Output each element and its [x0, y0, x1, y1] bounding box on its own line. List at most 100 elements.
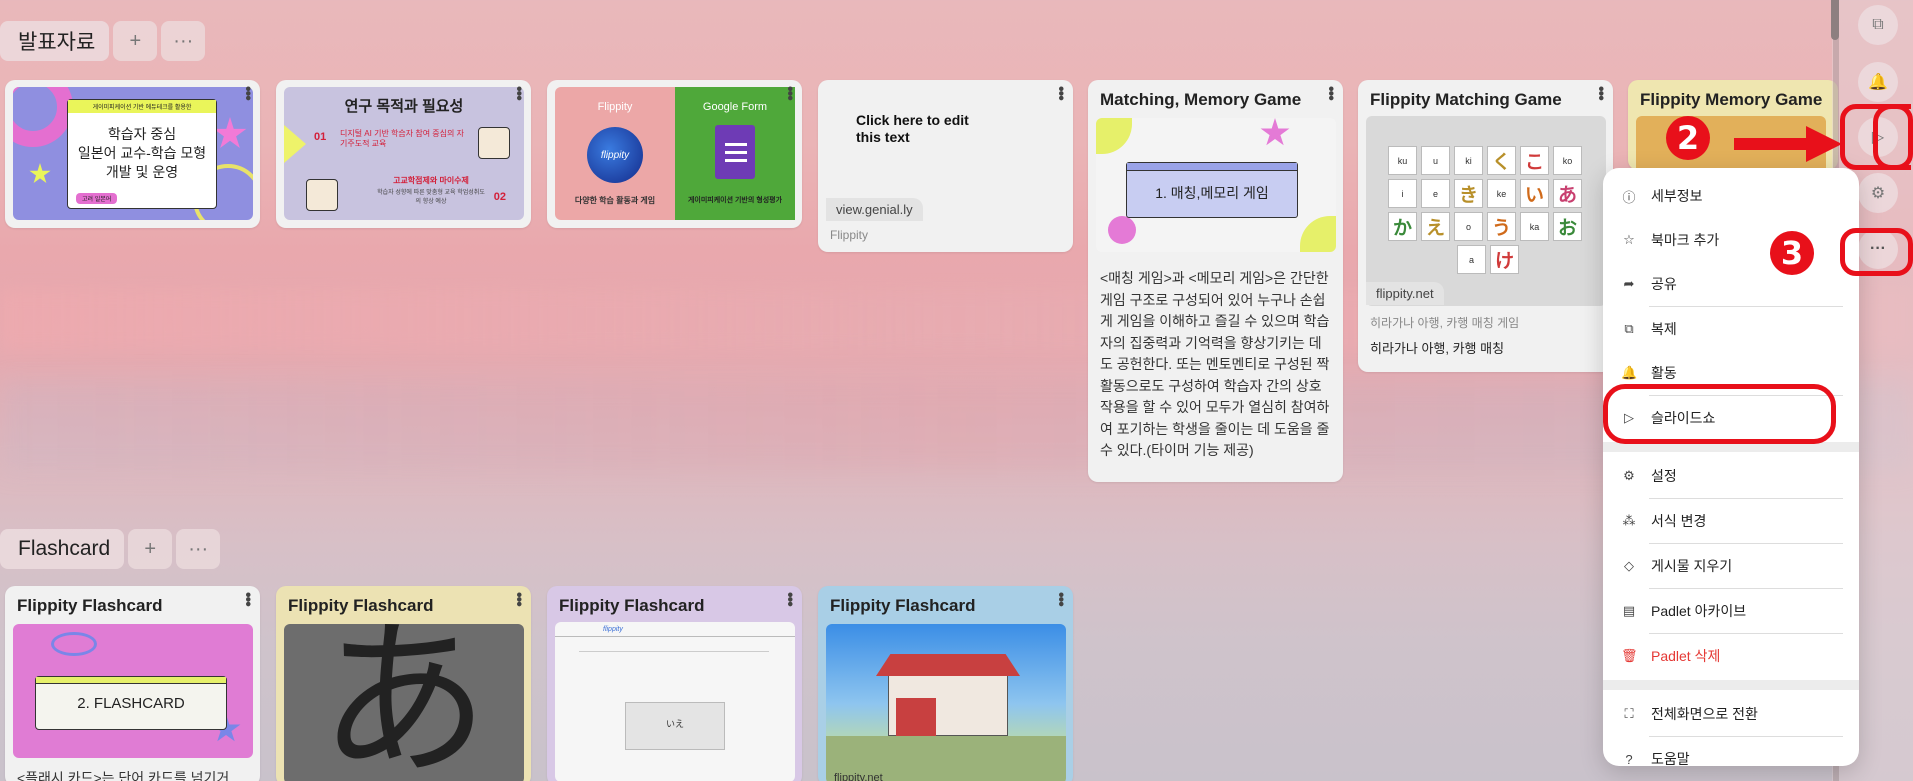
trash-icon: 🗑: [1621, 648, 1638, 663]
highlight-ring: [1840, 228, 1913, 276]
post-thumbnail: あ: [284, 624, 524, 781]
post-card[interactable]: Click here to edit this text view.genial…: [818, 80, 1073, 252]
menu-item-label: 설정: [1651, 468, 1677, 484]
bell-icon: 🔔: [1621, 365, 1638, 380]
game-tile: ki: [1454, 146, 1483, 175]
post-card[interactable]: Flippity Matching Game ku u ki くこ ko i e き ke いあか…: [1358, 80, 1613, 372]
thumb-text: 디지털 AI 기반 학습자 참여 중심의 자기주도적 교육: [340, 129, 464, 148]
scrollbar-thumb[interactable]: [1831, 0, 1839, 40]
post-more-icon[interactable]: •••: [781, 86, 798, 100]
post-more-icon[interactable]: •••: [239, 86, 256, 100]
game-tile: o: [1454, 212, 1483, 241]
menu-add-bookmark[interactable]: ☆ 북마크 추가: [1603, 218, 1859, 262]
post-title: Matching, Memory Game: [1100, 90, 1302, 109]
section-title[interactable]: Flashcard: [0, 529, 125, 569]
section-more-button[interactable]: ···: [176, 529, 221, 569]
thumb-line: 일본어 교수-학습 모형: [77, 145, 207, 161]
menu-share[interactable]: ➦ 공유: [1603, 262, 1859, 306]
menu-remake[interactable]: ⁂ 서식 변경: [1603, 499, 1859, 543]
game-tile: い: [1520, 179, 1549, 208]
post-more-icon[interactable]: •••: [510, 592, 527, 606]
menu-clear-posts[interactable]: ◇ 게시물 지우기: [1603, 544, 1859, 588]
menu-item-label: Padlet 아카이브: [1651, 603, 1747, 619]
game-tile: ke: [1487, 179, 1516, 208]
post-more-icon[interactable]: •••: [510, 86, 527, 100]
menu-settings[interactable]: ⚙ 설정: [1603, 454, 1859, 498]
fullscreen-icon: ⛶: [1624, 706, 1634, 721]
post-more-icon[interactable]: •••: [1322, 86, 1339, 100]
eraser-icon: ◇: [1624, 558, 1634, 573]
post-card[interactable]: Flippity Flashcard flippity.net •••: [818, 586, 1073, 781]
link-tag[interactable]: flippity.net: [834, 772, 883, 781]
post-title: Flippity Matching Game: [1370, 90, 1562, 109]
duplicate-icon: ⧉: [1624, 321, 1634, 336]
archive-icon: ▤: [1622, 603, 1636, 618]
tile-row: かえ o う ka お: [1388, 212, 1588, 241]
game-tile: く: [1487, 146, 1516, 175]
post-title: Flippity Flashcard: [559, 596, 705, 615]
game-tile: う: [1487, 212, 1516, 241]
info-icon: ⓘ: [1622, 189, 1636, 205]
game-tile: お: [1553, 212, 1582, 241]
menu-duplicate[interactable]: ⧉ 복제: [1603, 307, 1859, 351]
thumb-number: 01: [314, 131, 327, 143]
post-thumbnail: 2. FLASHCARD: [13, 624, 253, 758]
post-title: Flippity Flashcard: [17, 596, 163, 615]
add-post-button[interactable]: +: [113, 21, 158, 61]
menu-fullscreen[interactable]: ⛶ 전체화면으로 전환: [1603, 692, 1859, 736]
section-more-button[interactable]: ···: [161, 21, 206, 61]
post-body: 히라가나 아행, 카행 매칭: [1370, 341, 1505, 356]
post-card[interactable]: Flippity flippity 다양한 학습 활동과 게임 Google F…: [547, 80, 802, 228]
star-icon: ☆: [1623, 232, 1635, 247]
post-card[interactable]: Flippity Flashcard あ •••: [276, 586, 531, 781]
game-tile: ku: [1388, 146, 1417, 175]
hiragana-glyph: あ: [318, 624, 489, 781]
post-thumbnail: flippity いえ: [555, 622, 795, 781]
menu-delete[interactable]: 🗑 Padlet 삭제: [1603, 634, 1859, 678]
menu-help[interactable]: ? 도움말: [1603, 737, 1859, 781]
help-icon: ?: [1625, 751, 1633, 767]
section-title[interactable]: 발표자료: [0, 21, 110, 61]
menu-details[interactable]: ⓘ 세부정보: [1603, 174, 1859, 218]
menu-archive[interactable]: ▤ Padlet 아카이브: [1603, 589, 1859, 633]
link-tag[interactable]: flippity.net: [1366, 282, 1444, 305]
menu-divider: [1603, 680, 1859, 690]
thumb-line: 개발 및 운영: [105, 164, 179, 180]
thumb-header-text: 게이미피케이션 기반 에듀테크를 활용한: [68, 100, 216, 113]
menu-item-label: 서식 변경: [1651, 513, 1707, 529]
thumb-label: 2. FLASHCARD: [77, 695, 185, 712]
thumb-caption: 다양한 학습 활동과 게임: [574, 196, 656, 205]
post-thumbnail: 게이미피케이션 기반 에듀테크를 활용한 학습자 중심 일본어 교수-학습 모형…: [13, 87, 253, 220]
post-more-icon[interactable]: •••: [781, 592, 798, 606]
menu-item-label: Padlet 삭제: [1651, 648, 1721, 664]
post-body: <플래시 카드>는 단어 카드를 넘기거: [17, 770, 230, 781]
thumb-text: 고교학점제와 마이수제: [393, 176, 469, 185]
game-tile: ko: [1553, 146, 1582, 175]
post-source: Flippity: [830, 228, 869, 242]
format-icon: ⁂: [1622, 513, 1636, 528]
menu-item-label: 전체화면으로 전환: [1651, 706, 1758, 722]
post-more-icon[interactable]: •••: [1052, 592, 1069, 606]
post-title: Flippity Memory Game: [1640, 90, 1823, 109]
post-card[interactable]: 게이미피케이션 기반 에듀테크를 활용한 학습자 중심 일본어 교수-학습 모형…: [5, 80, 260, 228]
menu-item-label: 세부정보: [1651, 188, 1703, 204]
post-card[interactable]: Flippity Flashcard flippity いえ •••: [547, 586, 802, 781]
post-more-icon[interactable]: •••: [1592, 86, 1609, 100]
remake-icon[interactable]: ⧉: [1858, 5, 1898, 45]
google-form-icon: [715, 125, 755, 179]
menu-item-label: 도움말: [1651, 751, 1690, 767]
post-thumbnail: ku u ki くこ ko i e き ke いあかえ o う ka お a け: [1366, 116, 1606, 306]
tile-row: ku u ki くこ ko: [1388, 146, 1588, 175]
post-card[interactable]: Flippity Flashcard 2. FLASHCARD <플래시 카드>…: [5, 586, 260, 781]
section-header-flashcard: Flashcard + ···: [0, 529, 221, 569]
post-more-icon[interactable]: •••: [239, 592, 256, 606]
bell-icon[interactable]: 🔔: [1858, 62, 1898, 102]
post-card[interactable]: 연구 목적과 필요성 01 디지털 AI 기반 학습자 참여 중심의 자기주도적…: [276, 80, 531, 228]
thumb-line: 학습자 중심: [107, 126, 177, 142]
add-post-button[interactable]: +: [128, 529, 173, 569]
link-tag[interactable]: view.genial.ly: [826, 198, 923, 221]
post-card[interactable]: Matching, Memory Game 1. 매칭,메모리 게임 <매칭 게…: [1088, 80, 1343, 482]
gear-icon[interactable]: ⚙: [1858, 173, 1898, 213]
post-more-icon[interactable]: •••: [1052, 86, 1069, 100]
thumb-text: 학습자 성향에 따른 맞춤형 교육 학업성취도의 향상 예상: [377, 190, 485, 205]
